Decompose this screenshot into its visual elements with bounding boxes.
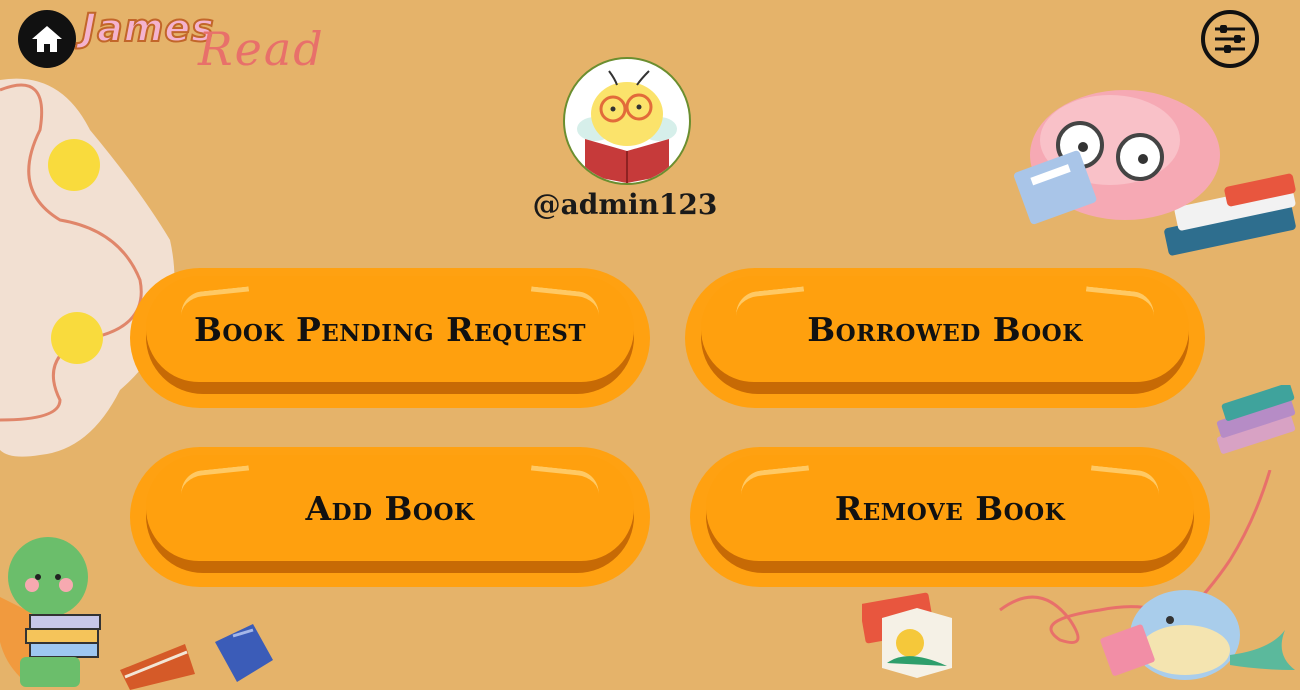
brand-second: Read [198,22,325,76]
turtle-illustration [0,537,101,687]
sliders-icon[interactable] [1200,9,1260,69]
borrowed-book-button[interactable]: Borrowed Book [685,268,1205,408]
home-icon [32,26,62,52]
book-stack-illustration [1216,385,1296,454]
open-book-illustration [862,592,952,678]
decorative-blob [0,78,175,457]
add-book-button[interactable]: Add Book [130,447,650,587]
books-illustration [120,624,273,690]
whale-illustration [1100,590,1295,680]
button-label: Add Book [305,488,475,528]
bee-reading-icon [577,70,677,183]
button-label: Book Pending Request [194,309,586,349]
home-button[interactable] [18,10,76,68]
button-label: Borrowed Book [807,309,1083,349]
brain-reading-illustration [1014,90,1296,256]
avatar [563,57,691,185]
book-pending-request-button[interactable]: Book Pending Request [130,268,650,408]
brand-first: James [81,5,215,51]
username: @admin123 [532,188,718,221]
